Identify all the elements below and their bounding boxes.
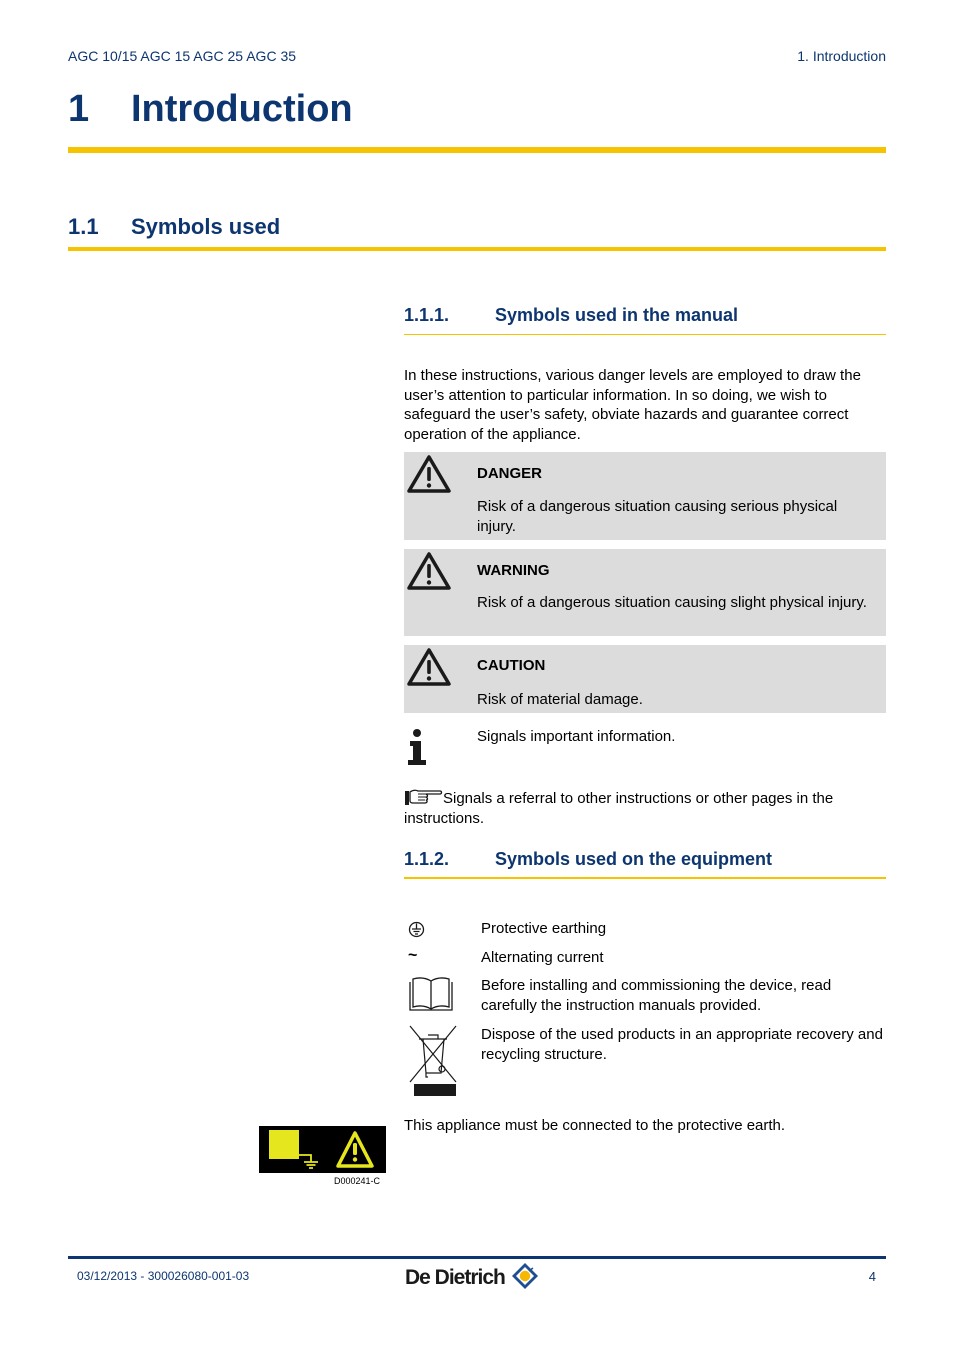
symbol-text: Before installing and commissioning the … [481, 977, 832, 1014]
section-title: Symbols used [131, 214, 281, 239]
earth-note: This appliance must be connected to the … [404, 1117, 786, 1134]
notice-text: Risk of material damage. [477, 691, 643, 708]
protective-earth-icon [408, 921, 425, 938]
chapter-number: 1 [68, 88, 90, 130]
warning-triangle-icon [407, 648, 451, 686]
symbol-text: Dispose of the used products in an appro… [481, 1026, 883, 1063]
subsection-equipment-heading: 1.1.2. Symbols used on the equipment [404, 849, 772, 870]
section-number: 1.1 [68, 214, 99, 239]
warning-triangle-icon [407, 455, 451, 493]
warning-triangle-icon [407, 552, 451, 590]
footer-rule [68, 1256, 886, 1259]
notice-title: CAUTION [477, 657, 546, 674]
notice-title: DANGER [477, 465, 543, 482]
notice-title: WARNING [477, 562, 550, 579]
symbol-text: Alternating current [481, 949, 604, 966]
page-number: 4 [868, 1269, 876, 1284]
notice-caution: CAUTION Risk of material damage. [404, 645, 886, 713]
subsection-manual-heading: 1.1.1. Symbols used in the manual [404, 305, 738, 326]
section-heading: 1.1 Symbols used [68, 214, 280, 240]
info-text: Signals important information. [477, 728, 676, 745]
referral-text: Signals a referral to other instructions… [404, 790, 834, 827]
manual-book-icon [409, 977, 453, 1011]
weee-crossed-bin-icon [409, 1025, 457, 1096]
symbol-row-manual: Before installing and commissioning the … [404, 976, 886, 1016]
brand-logo: De Dietrich [405, 1262, 539, 1290]
notice-text: Risk of a dangerous situation causing sl… [477, 594, 867, 611]
header-chapter-ref: 1. Introduction [797, 48, 886, 64]
info-notice: Signals important information. [404, 727, 886, 767]
figure-caption: D000241-C [334, 1176, 381, 1186]
notice-warning: WARNING Risk of a dangerous situation ca… [404, 549, 886, 636]
subsection-manual-title: Symbols used in the manual [495, 305, 739, 325]
earth-label-figure [259, 1126, 386, 1173]
brand-diamond-icon [511, 1263, 538, 1289]
footer-date-reference: 03/12/2013 - 300026080-001-03 [77, 1269, 250, 1283]
pointing-hand-icon [405, 789, 443, 805]
subsection-manual-number: 1.1.1. [404, 305, 450, 325]
subsection-equipment-rule [404, 877, 886, 879]
header-document-title: AGC 10/15 AGC 15 AGC 25 AGC 35 [68, 48, 297, 64]
symbol-row-weee: Dispose of the used products in an appro… [404, 1025, 886, 1097]
subsection-equipment-title: Symbols used on the equipment [495, 849, 773, 869]
subsection-equipment-number: 1.1.2. [404, 849, 450, 869]
chapter-rule [68, 147, 886, 153]
symbol-row-earthing: Protective earthing [404, 919, 886, 939]
subsection-manual-rule [404, 334, 886, 335]
symbol-row-ac: ~ Alternating current [404, 947, 886, 968]
info-icon [408, 729, 426, 765]
earth-warning-label-icon [269, 1130, 374, 1169]
chapter-title: Introduction [131, 88, 353, 130]
brand-name: De Dietrich [405, 1266, 506, 1289]
intro-paragraph: In these instructions, various danger le… [404, 367, 861, 443]
notice-text: Risk of a dangerous situation causing se… [477, 498, 838, 535]
notice-danger: DANGER Risk of a dangerous situation cau… [404, 452, 886, 540]
symbol-text: Protective earthing [481, 920, 607, 937]
referral-notice: Signals a referral to other instructions… [404, 788, 888, 828]
chapter-heading: 1 Introduction [68, 88, 353, 131]
alternating-current-icon: ~ [408, 947, 418, 964]
section-rule [68, 247, 886, 251]
